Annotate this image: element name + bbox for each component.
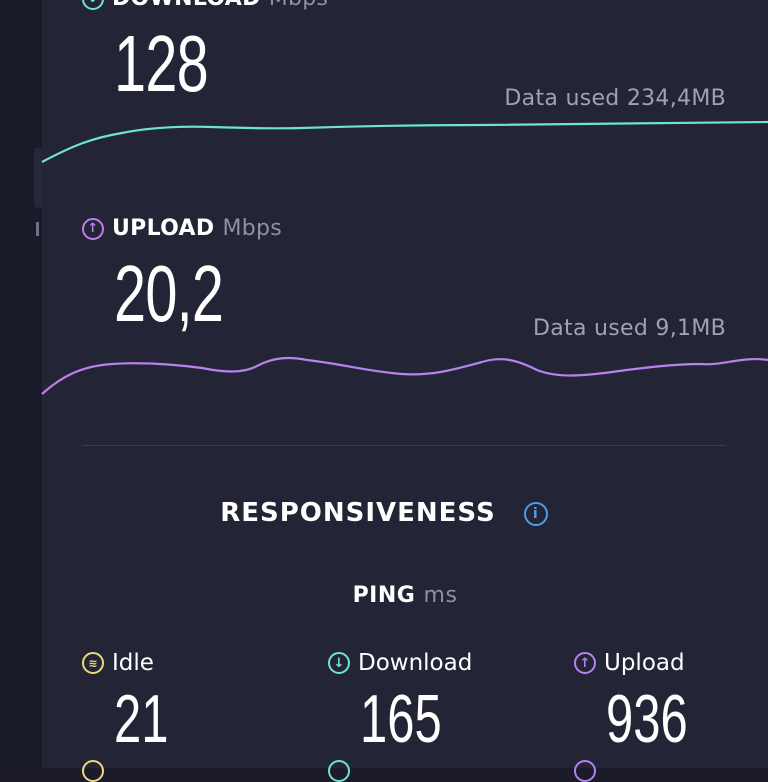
ping-idle: ≋ Idle 21 <box>82 650 168 753</box>
ping-upload-label: Upload <box>604 650 685 676</box>
upload-graph-line <box>41 356 768 395</box>
background-app-edge <box>0 0 42 768</box>
upload-label: UPLOAD <box>112 216 215 241</box>
cutoff-row-idle <box>82 760 104 782</box>
section-divider <box>82 445 726 446</box>
download-low-icon <box>328 760 350 782</box>
ping-download: ↓ Download 165 <box>328 650 473 753</box>
ping-upload: ↑ Upload 936 <box>574 650 688 753</box>
download-speed-value: 128 <box>114 19 209 108</box>
info-icon[interactable]: i <box>523 501 548 526</box>
background-marker <box>36 222 39 236</box>
download-arrow-icon: ↓ <box>82 0 104 10</box>
upload-speed-graph <box>41 356 768 395</box>
upload-unit: Mbps <box>222 216 283 241</box>
cutoff-row-download <box>328 760 350 782</box>
download-label: DOWNLOAD <box>112 0 261 11</box>
upload-arrow-icon: ↑ <box>82 217 104 240</box>
download-icon: ↓ <box>328 652 350 674</box>
download-graph-line <box>41 120 768 163</box>
ping-idle-label: Idle <box>112 650 154 676</box>
ping-download-label: Download <box>358 650 473 676</box>
upload-data-used: Data used 9,1MB <box>533 316 726 341</box>
download-unit: Mbps <box>269 0 329 11</box>
upload-header: ↑ UPLOAD Mbps <box>82 216 282 241</box>
responsiveness-title: RESPONSIVENESS <box>220 498 496 528</box>
ping-heading: PING ms <box>0 583 768 608</box>
upload-speed-value: 20,2 <box>114 249 224 338</box>
responsiveness-heading: RESPONSIVENESS i <box>0 498 768 528</box>
cutoff-row-upload <box>574 760 596 782</box>
ping-idle-value: 21 <box>114 681 169 757</box>
idle-icon: ≋ <box>82 652 104 674</box>
download-header: ↓ DOWNLOAD Mbps <box>82 0 328 11</box>
ping-upload-value: 936 <box>606 681 688 757</box>
background-tab <box>34 148 42 208</box>
ping-unit: ms <box>423 583 458 608</box>
ping-download-value: 165 <box>360 681 442 757</box>
idle-low-icon <box>82 760 104 782</box>
upload-low-icon <box>574 760 596 782</box>
ping-label: PING <box>352 583 416 608</box>
download-speed-graph <box>41 120 768 163</box>
download-data-used: Data used 234,4MB <box>504 86 726 111</box>
upload-icon: ↑ <box>574 652 596 674</box>
